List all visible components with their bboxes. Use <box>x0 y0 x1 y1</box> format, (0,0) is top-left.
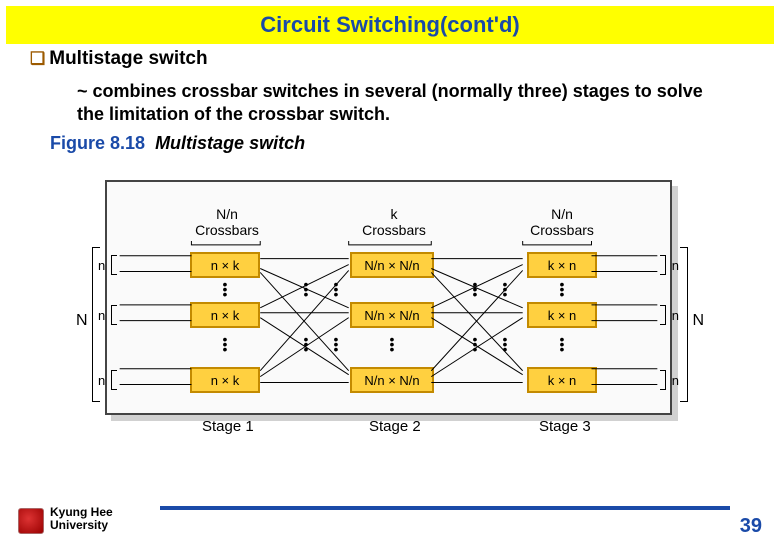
right-bracket <box>680 247 688 402</box>
left-N-label: N <box>76 312 88 330</box>
stage3-label: Stage 3 <box>539 418 591 435</box>
stage2-label: Stage 2 <box>369 418 421 435</box>
col2-header: k Crossbars <box>354 206 434 238</box>
slide-title-bar: Circuit Switching(cont'd) <box>6 6 774 44</box>
university-name: Kyung Hee University <box>50 506 113 532</box>
bullet-icon: ❑ <box>30 49 45 68</box>
figure-title: Multistage switch <box>155 133 305 153</box>
diagram-frame: N/n Crossbars k Crossbars N/n Crossbars … <box>105 180 672 415</box>
figure-caption: Figure 8.18 Multistage switch <box>0 131 780 158</box>
slide-title: Circuit Switching(cont'd) <box>260 12 519 37</box>
n-label: n <box>672 258 679 273</box>
n-label: n <box>672 308 679 323</box>
university-logo-icon <box>18 508 44 534</box>
stage1-box: n × k <box>190 367 260 393</box>
slide-footer: Kyung Hee University 39 <box>0 492 780 540</box>
stage2-box: N/n × N/n <box>350 302 434 328</box>
section-description: ~ combines crossbar switches in several … <box>0 76 780 131</box>
multistage-diagram: N/n Crossbars k Crossbars N/n Crossbars … <box>70 162 710 452</box>
left-bracket <box>92 247 100 402</box>
col3-header: N/n Crossbars <box>522 206 602 238</box>
stage3-box: k × n <box>527 367 597 393</box>
section-heading: ❑Multistage switch <box>0 44 780 76</box>
page-number: 39 <box>740 515 762 538</box>
footer-rule <box>160 506 730 510</box>
stage2-box: N/n × N/n <box>350 252 434 278</box>
stage1-label: Stage 1 <box>202 418 254 435</box>
stage1-box: n × k <box>190 302 260 328</box>
col1-header: N/n Crossbars <box>187 206 267 238</box>
stage3-box: k × n <box>527 302 597 328</box>
figure-number: Figure 8.18 <box>50 133 145 153</box>
stage3-box: k × n <box>527 252 597 278</box>
stage1-box: n × k <box>190 252 260 278</box>
right-N-label: N <box>692 312 704 330</box>
stage2-box: N/n × N/n <box>350 367 434 393</box>
n-label: n <box>672 373 679 388</box>
